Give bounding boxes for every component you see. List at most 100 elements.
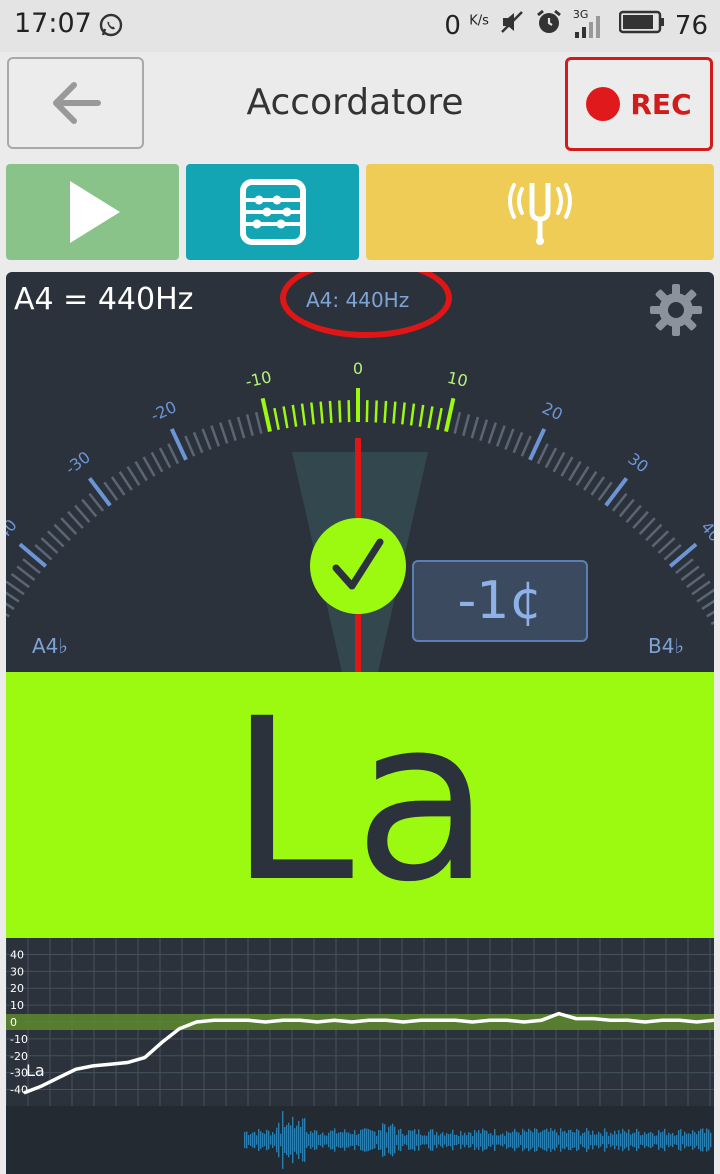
waveform-bar [564,1130,566,1150]
mute-icon [499,9,525,42]
waveform-bar [598,1131,600,1149]
waveform-bar [280,1133,282,1147]
waveform-bar [686,1133,688,1147]
waveform-bar [312,1132,314,1148]
waveform-bar [344,1129,346,1151]
waveform-bar [402,1133,404,1147]
scale-minor-tick [487,422,497,444]
waveform-bar [322,1132,324,1148]
scale-minor-tick [291,404,298,427]
waveform-bar [380,1130,382,1150]
waveform-bar [554,1129,556,1151]
abacus-icon [239,179,306,245]
y-tick-label: 30 [10,965,24,978]
scale-minor-tick [254,411,263,434]
record-button[interactable]: REC [565,57,713,151]
back-button[interactable] [7,57,144,149]
waveform-bar [628,1129,630,1151]
waveform-bar [314,1129,316,1151]
waveform-bar [466,1135,468,1145]
waveform-bar [638,1131,640,1149]
waveform-bar [636,1128,638,1152]
waveform-bar [334,1128,336,1152]
waveform-bar [650,1131,652,1149]
waveform-bar [678,1130,680,1150]
waveform-bar [410,1130,412,1150]
reference-pitch-center: A4: 440Hz [306,288,410,312]
graph-note-label: La [26,1061,45,1080]
scale-minor-tick [418,404,425,427]
waveform-bar [552,1130,554,1150]
abacus-button[interactable] [186,164,359,260]
scale-minor-tick [651,530,669,548]
waveform-bar [412,1130,414,1150]
waveform-bar [354,1130,356,1150]
waveform-bar [486,1130,488,1150]
waveform-bar [692,1130,694,1150]
scale-minor-tick [583,470,598,491]
waveform-bar [676,1134,678,1146]
waveform-bar [646,1133,648,1147]
waveform-bar [440,1133,442,1147]
scale-major-tick [87,477,112,507]
scale-minor-tick [462,414,471,437]
record-icon [586,87,621,121]
scale-minor-tick [319,401,324,424]
toolbar [6,164,714,260]
waveform-bar [484,1130,486,1150]
waveform-bar [526,1132,528,1148]
settings-gear-icon[interactable] [648,282,704,342]
waveform-bar [346,1132,348,1148]
scale-minor-tick [338,400,342,423]
tuning-fork-icon [508,183,572,245]
waveform-bar [528,1128,530,1152]
waveform-bar [424,1135,426,1145]
waveform-bar [658,1130,660,1150]
scale-minor-tick [40,537,59,554]
waveform-bar [378,1129,380,1151]
tuning-fork-button[interactable] [366,164,714,260]
waveform-bar [684,1131,686,1149]
waveform-bar [648,1132,650,1148]
scale-minor-tick [150,451,164,473]
waveform-bar [700,1128,702,1152]
scale-minor-tick [374,400,378,423]
waveform-bar [690,1134,692,1146]
scale-minor-tick [245,414,254,437]
waveform-bar [400,1128,402,1152]
waveform-bar [434,1134,436,1146]
waveform-bar [446,1133,448,1147]
status-icons: 0 K/s 3G 76 [444,8,708,43]
waveform-bar [450,1133,452,1147]
play-button[interactable] [6,164,179,260]
scale-minor-tick [236,416,246,439]
waveform-bar [432,1129,434,1151]
waveform-bar [360,1129,362,1151]
waveform-bar [542,1130,544,1150]
waveform-bar [558,1135,560,1145]
waveform-bar [496,1135,498,1145]
waveform-bar [498,1135,500,1145]
scale-label: 20 [539,398,565,424]
waveform-bar [276,1127,278,1153]
scale-minor-tick [520,435,532,457]
waveform-bar [530,1130,532,1150]
waveform-bar [384,1124,386,1156]
waveform-bar [448,1134,450,1146]
scale-minor-tick [495,425,506,447]
waveform-bar [574,1132,576,1148]
waveform-bar [278,1122,280,1158]
waveform-bar [336,1133,338,1147]
waveform-bar [494,1128,496,1152]
scale-label: 30 [624,449,652,476]
scale-minor-tick [691,580,711,596]
waveform-bar [672,1132,674,1148]
waveform-bar [522,1128,524,1152]
waveform-bar [272,1132,274,1148]
waveform-bar [608,1135,610,1145]
scale-minor-tick [227,419,237,442]
waveform-bar [408,1130,410,1150]
y-tick-label: 40 [10,948,24,961]
waveform-bar [264,1133,266,1147]
in-tune-indicator [310,518,406,614]
